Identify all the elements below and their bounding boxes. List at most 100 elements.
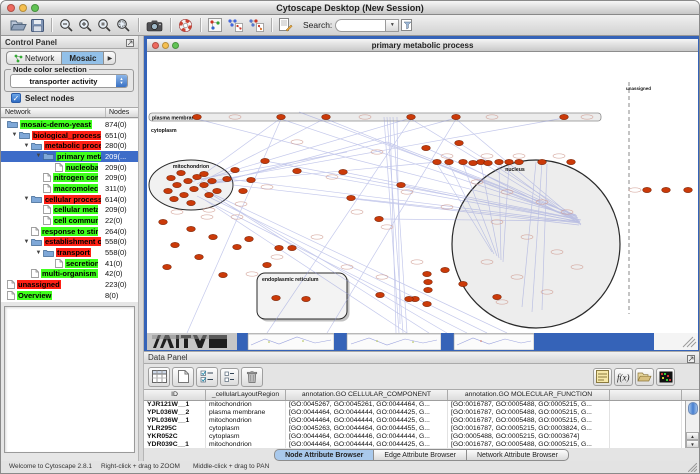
- search-input[interactable]: [335, 19, 385, 32]
- node[interactable]: [293, 168, 302, 173]
- node[interactable]: [263, 262, 272, 267]
- node[interactable]: [159, 219, 168, 224]
- node[interactable]: [495, 159, 504, 164]
- node[interactable]: [213, 188, 222, 193]
- node[interactable]: [459, 281, 468, 286]
- manage-networks-icon[interactable]: [226, 17, 243, 34]
- node[interactable]: [177, 170, 186, 175]
- table-scrollbar[interactable]: ▲ ▼: [685, 401, 699, 448]
- node[interactable]: [233, 244, 242, 249]
- tab-network-attribute-browser[interactable]: Network Attribute Browser: [467, 449, 569, 461]
- node[interactable]: [200, 171, 209, 176]
- node[interactable]: [195, 254, 204, 259]
- select-nodes-checkbox[interactable]: ✓: [11, 93, 21, 103]
- node[interactable]: [560, 114, 569, 119]
- disclosure-triangle-icon[interactable]: ▼: [22, 196, 31, 202]
- combobox-stepper-icon[interactable]: ▲▼: [116, 75, 127, 87]
- tree-row[interactable]: ▼biological_process651(0): [1, 130, 138, 141]
- node[interactable]: [239, 188, 248, 193]
- attribute-table-icon[interactable]: [148, 367, 170, 387]
- node[interactable]: [567, 159, 576, 164]
- node[interactable]: [288, 245, 297, 250]
- node[interactable]: [247, 177, 256, 182]
- node[interactable]: [163, 264, 172, 269]
- node[interactable]: [245, 236, 254, 241]
- node[interactable]: [231, 167, 240, 172]
- help-lifesaver-icon[interactable]: [178, 17, 193, 34]
- node[interactable]: [173, 182, 182, 187]
- tree-row[interactable]: secretion41(0): [1, 258, 138, 269]
- node[interactable]: [272, 295, 281, 300]
- tree-row[interactable]: mosaic-demo-yeast874(0): [1, 119, 138, 130]
- tree-row[interactable]: response to stimul264(0): [1, 226, 138, 237]
- zoom-selected-icon[interactable]: [97, 17, 112, 34]
- edge[interactable]: [327, 119, 456, 333]
- zoom-in-icon[interactable]: [78, 17, 93, 34]
- node[interactable]: [397, 182, 406, 187]
- tree-row[interactable]: ▼establishment of lo558(0): [1, 237, 138, 248]
- scrollbar-thumb[interactable]: [688, 402, 698, 415]
- node[interactable]: [423, 301, 432, 306]
- node[interactable]: [261, 158, 270, 163]
- node[interactable]: [322, 114, 331, 119]
- vizmapper-icon[interactable]: [208, 17, 222, 34]
- table-row[interactable]: YPL036W__1mitochondrion[GO:0044464, GO:0…: [144, 417, 699, 425]
- tree-row[interactable]: ▼primary metabo209(...: [1, 151, 138, 162]
- import-attributes-icon[interactable]: [635, 368, 654, 386]
- tree-row[interactable]: nucleobase-209(0): [1, 162, 138, 173]
- node[interactable]: [423, 271, 432, 276]
- disclosure-triangle-icon[interactable]: ▼: [34, 250, 43, 256]
- node[interactable]: [205, 192, 214, 197]
- node[interactable]: [277, 114, 286, 119]
- node-color-combobox[interactable]: transporter activity ▲▼: [10, 74, 128, 88]
- unselect-attributes-icon[interactable]: [220, 368, 239, 386]
- minimize-icon[interactable]: [19, 4, 27, 12]
- node[interactable]: [219, 272, 228, 277]
- table-row[interactable]: YDR039C__1mitochondrion[GO:0044464, GO:0…: [144, 441, 699, 448]
- tab-edge-attribute-browser[interactable]: Edge Attribute Browser: [374, 449, 467, 461]
- node[interactable]: [164, 188, 173, 193]
- heatmap-icon[interactable]: [656, 368, 675, 386]
- node[interactable]: [424, 279, 433, 284]
- float-panel-icon[interactable]: [126, 39, 134, 47]
- node[interactable]: [209, 234, 218, 239]
- node[interactable]: [187, 200, 196, 205]
- tree-row[interactable]: cellular metabo209(0): [1, 205, 138, 216]
- tree-row[interactable]: nitrogen compo209(0): [1, 172, 138, 183]
- node[interactable]: [643, 187, 652, 192]
- node[interactable]: [515, 159, 524, 164]
- maximize-icon[interactable]: [172, 42, 179, 49]
- attribute-table[interactable]: ID_cellularLayoutRegionannotation.GO CEL…: [144, 389, 699, 448]
- disclosure-triangle-icon[interactable]: ▼: [22, 143, 31, 149]
- node[interactable]: [208, 178, 217, 183]
- node[interactable]: [193, 114, 202, 119]
- node[interactable]: [190, 186, 199, 191]
- column-header[interactable]: _cellularLayoutRegion: [206, 390, 286, 400]
- minimize-icon[interactable]: [162, 42, 169, 49]
- node[interactable]: [275, 245, 284, 250]
- node[interactable]: [184, 178, 193, 183]
- scroll-up-icon[interactable]: ▲: [686, 432, 699, 440]
- open-folder-icon[interactable]: [10, 17, 27, 34]
- search-options-icon[interactable]: [401, 17, 414, 34]
- table-row[interactable]: YPL036W__2plasma membrane[GO:0044464, GO…: [144, 409, 699, 417]
- node[interactable]: [459, 159, 468, 164]
- search-dropdown-icon[interactable]: ▼: [385, 19, 399, 32]
- zoom-out-icon[interactable]: [59, 17, 74, 34]
- node[interactable]: [441, 267, 450, 272]
- node[interactable]: [445, 159, 454, 164]
- node[interactable]: [422, 145, 431, 150]
- tree-row[interactable]: macromolecule311(0): [1, 183, 138, 194]
- disclosure-triangle-icon[interactable]: ▼: [22, 239, 31, 245]
- region-plasma-membrane[interactable]: [149, 113, 601, 121]
- camera-snapshot-icon[interactable]: [146, 17, 163, 34]
- tree-row[interactable]: multi-organism pro42(0): [1, 269, 138, 280]
- modify-networks-icon[interactable]: [247, 17, 264, 34]
- network-canvas[interactable]: plasma membranecytoplasmmitochondrionnuc…: [147, 52, 698, 333]
- tree-row[interactable]: ▼metabolic process280(0): [1, 140, 138, 151]
- node[interactable]: [167, 175, 176, 180]
- tree-row[interactable]: ▼cellular process614(0): [1, 194, 138, 205]
- disclosure-triangle-icon[interactable]: ▼: [10, 132, 19, 138]
- maximize-icon[interactable]: [31, 4, 39, 12]
- save-icon[interactable]: [31, 17, 44, 34]
